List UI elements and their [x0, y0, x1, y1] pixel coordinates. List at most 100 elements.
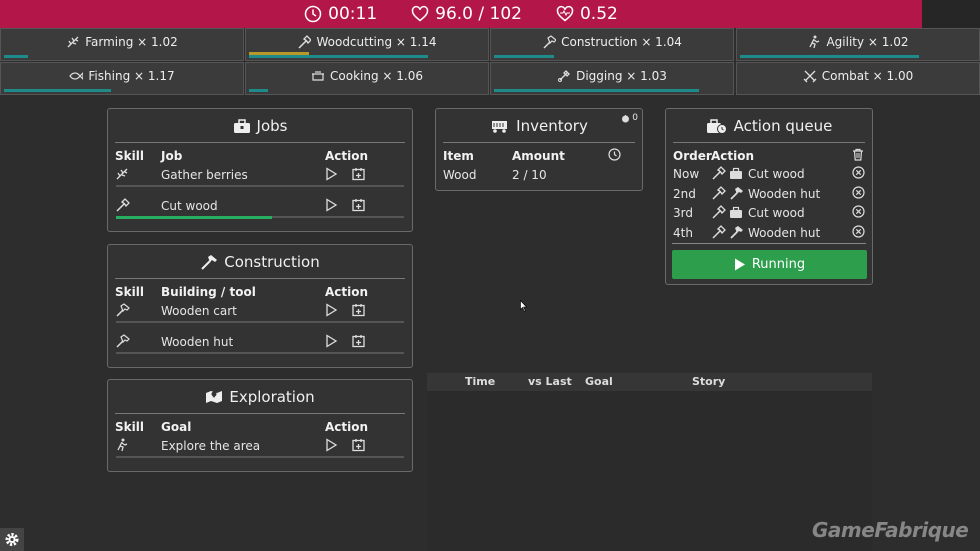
skills-grid: Farming × 1.02 Woodcutting × 1.14 Construc… [0, 28, 980, 96]
hammer-icon [116, 303, 130, 317]
skill-farming[interactable]: Farming × 1.02 [0, 28, 244, 61]
exploration-panel: Exploration Skill Goal Action Explore th… [107, 379, 413, 472]
col-action: Action [711, 149, 755, 163]
skill-label: Agility × 1.02 [826, 35, 909, 49]
skill-cooking[interactable]: Cooking × 1.06 [245, 62, 489, 95]
divider [115, 278, 405, 279]
col-story: Story [692, 375, 726, 388]
runner-icon [809, 35, 820, 49]
skill-construction[interactable]: Construction × 1.04 [490, 28, 734, 61]
shovel-icon [558, 70, 571, 82]
rate-value: 0.52 [579, 4, 618, 24]
settings-button[interactable] [0, 528, 24, 551]
job-progress-track [116, 185, 404, 187]
add-to-queue-icon[interactable] [352, 303, 365, 317]
status-bar: 00:11 96.0 / 102 0.52 [0, 0, 922, 28]
running-button[interactable]: Running [672, 250, 867, 279]
axe-icon [116, 198, 130, 212]
axe-icon [712, 166, 726, 180]
story-table: Time vs Last Goal Story [427, 373, 872, 551]
skill-label: Digging × 1.03 [576, 69, 667, 83]
col-goal: Goal [161, 420, 192, 434]
col-vs-last: vs Last [528, 375, 572, 388]
farming-icon [116, 168, 128, 180]
building-name: Wooden cart [161, 304, 237, 318]
queue-order: 4th [673, 225, 693, 240]
add-to-queue-icon[interactable] [352, 438, 365, 452]
action-queue-panel: Action queue Order Action Now Cut wood 2nd… [665, 108, 873, 285]
play-icon[interactable] [325, 198, 338, 212]
clock-icon [304, 5, 322, 23]
remove-icon[interactable] [852, 224, 865, 238]
skill-agility[interactable]: Agility × 1.02 [736, 28, 980, 61]
map-icon [206, 391, 223, 403]
queue-title: Action queue [666, 117, 872, 135]
hammer-icon [543, 35, 557, 49]
heart-pulse-icon [556, 5, 574, 22]
skill-woodcutting[interactable]: Woodcutting × 1.14 [245, 28, 489, 61]
skill-progress-bar [249, 55, 428, 58]
axe-icon [298, 35, 312, 49]
divider [443, 142, 635, 143]
add-to-queue-icon[interactable] [352, 198, 365, 212]
col-order: Order [673, 149, 712, 163]
construction-panel: Construction Skill Building / tool Actio… [107, 244, 413, 368]
skill-label: Fishing × 1.17 [88, 69, 175, 83]
skill-label: Woodcutting × 1.14 [316, 35, 437, 49]
time-stat: 00:11 [304, 4, 377, 24]
add-to-queue-icon[interactable] [352, 167, 365, 181]
skill-progress-bar [494, 89, 699, 92]
remove-icon[interactable] [852, 185, 865, 199]
col-action: Action [325, 149, 369, 163]
health-value: 96.0 / 102 [435, 4, 522, 24]
add-to-queue-icon[interactable] [352, 334, 365, 348]
watermark-logo: GameFabrique [812, 518, 969, 542]
play-icon[interactable] [325, 438, 338, 452]
heart-icon [411, 5, 429, 22]
skill-label: Cooking × 1.06 [330, 69, 423, 83]
divider [672, 243, 866, 244]
health-stat: 96.0 / 102 [411, 4, 522, 24]
queue-action: Wooden hut [748, 186, 821, 201]
remove-icon[interactable] [852, 205, 865, 218]
remove-icon[interactable] [852, 166, 865, 179]
skill-label: Combat × 1.00 [821, 69, 914, 83]
hammer-icon [201, 255, 218, 270]
skill-progress-bar [4, 89, 112, 92]
building-name: Wooden hut [161, 335, 234, 349]
play-icon[interactable] [325, 334, 338, 348]
col-time: Time [465, 375, 496, 388]
queue-action: Cut wood [748, 206, 805, 220]
queue-order: 3rd [673, 206, 693, 220]
col-building: Building / tool [161, 285, 256, 299]
exploration-title: Exploration [108, 388, 412, 406]
crossed-swords-icon [803, 70, 817, 83]
toolbox-icon [730, 206, 742, 218]
skill-fishing[interactable]: Fishing × 1.17 [0, 62, 244, 95]
trash-icon[interactable] [852, 148, 864, 161]
apple-icon [622, 114, 630, 122]
runner-icon [117, 438, 128, 452]
play-icon[interactable] [325, 167, 338, 181]
item-name: Wood [443, 168, 477, 182]
col-skill: Skill [115, 285, 144, 299]
clock-icon [608, 148, 621, 161]
skill-secondary-bar [249, 52, 309, 55]
skill-label: Construction × 1.04 [561, 35, 682, 49]
skill-combat[interactable]: Combat × 1.00 [736, 62, 980, 95]
cooking-pot-icon [312, 71, 324, 81]
col-job: Job [161, 149, 183, 163]
skill-progress-bar [494, 55, 554, 58]
axe-icon [712, 205, 726, 219]
play-icon[interactable] [325, 303, 338, 317]
job-progress-fill [116, 216, 272, 219]
hammer-icon [116, 334, 130, 348]
skill-digging[interactable]: Digging × 1.03 [490, 62, 734, 95]
col-amount: Amount [512, 149, 565, 163]
toolbox-icon [730, 167, 742, 179]
inventory-badge: 0 [621, 113, 638, 123]
inventory-panel: Inventory 0 Item Amount Wood 2 / 10 [435, 108, 643, 191]
farming-icon [67, 36, 79, 48]
queue-order: Now [673, 167, 700, 181]
inventory-title: Inventory [436, 117, 642, 135]
